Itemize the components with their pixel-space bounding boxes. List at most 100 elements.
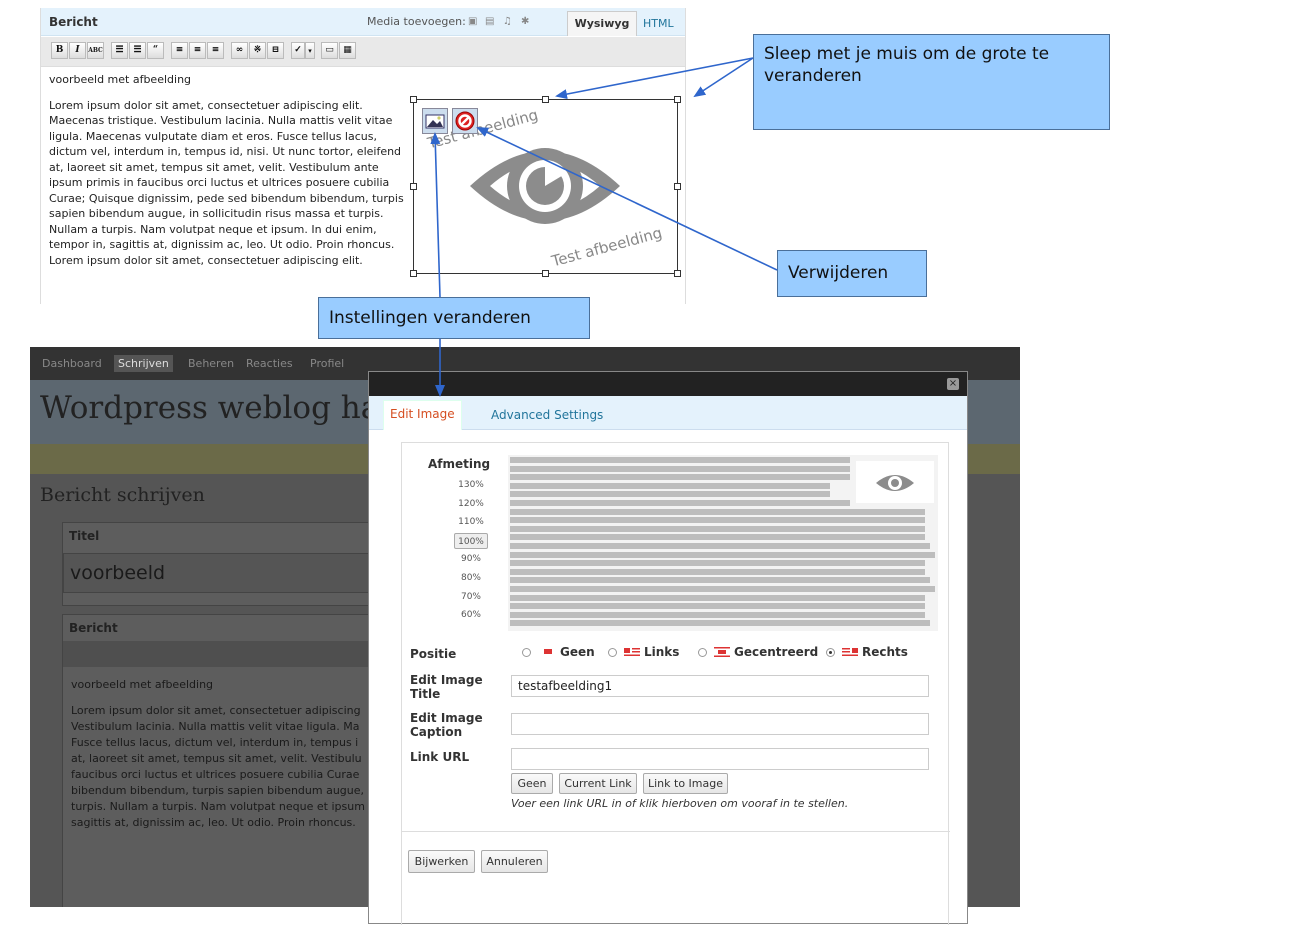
editor-body-dim[interactable]: voorbeeld met afbeelding Lorem ipsum dol… xyxy=(71,677,365,831)
content-heading: voorbeeld met afbeelding xyxy=(49,73,192,86)
delete-image-icon[interactable] xyxy=(452,108,478,134)
link-url-label: Link URL xyxy=(410,750,470,764)
callout-resize-text: Sleep met je muis om de grote te verande… xyxy=(764,44,1050,86)
resize-handle-nw[interactable] xyxy=(410,96,417,103)
add-audio-icon[interactable]: ♫ xyxy=(503,17,513,27)
arrow-to-handle-right xyxy=(693,57,754,98)
add-media-icon[interactable]: ✱ xyxy=(521,17,531,27)
edit-caption-input[interactable] xyxy=(511,713,929,735)
bold-icon[interactable]: B xyxy=(51,42,68,59)
image-edit-modal: × Edit Image Advanced Settings Afmeting … xyxy=(368,371,968,925)
size-option-100[interactable]: 100% xyxy=(454,532,488,549)
nav-beheren[interactable]: Beheren xyxy=(188,357,234,370)
modal-tabs: Edit Image Advanced Settings xyxy=(369,396,967,430)
size-option-130[interactable]: 130% xyxy=(454,477,488,493)
more-icon[interactable]: ⊟ xyxy=(267,42,284,59)
italic-icon[interactable]: I xyxy=(69,42,86,59)
align-none-icon xyxy=(540,647,556,657)
body-line: faucibus orci luctus et ultrices posuere… xyxy=(71,768,360,781)
size-option-90[interactable]: 90% xyxy=(454,551,488,567)
edit-title-input[interactable]: testafbeelding1 xyxy=(511,675,929,697)
callout-delete-text: Verwijderen xyxy=(788,263,889,283)
fullscreen-icon[interactable]: ▭ xyxy=(321,42,338,59)
cancel-button[interactable]: Annuleren xyxy=(481,850,548,873)
resize-handle-w[interactable] xyxy=(410,183,417,190)
current-link-button[interactable]: Current Link xyxy=(559,773,637,794)
divider xyxy=(402,831,950,832)
radio-rechts[interactable] xyxy=(826,648,835,657)
tab-advanced-settings[interactable]: Advanced Settings xyxy=(491,408,603,422)
radio-geen[interactable] xyxy=(522,648,531,657)
nav-dashboard[interactable]: Dashboard xyxy=(42,357,102,370)
modal-body: Afmeting 130% 120% 110% 100% 90% 80% 70% 60% Po… xyxy=(401,442,950,925)
resize-handle-e[interactable] xyxy=(674,183,681,190)
dropdown-icon[interactable]: ▾ xyxy=(305,42,315,59)
modal-titlebar: × xyxy=(369,372,967,396)
kitchen-sink-icon[interactable]: ▦ xyxy=(339,42,356,59)
spellcheck-icon[interactable]: ✓ xyxy=(291,42,305,59)
callout-settings-text: Instellingen veranderen xyxy=(329,308,531,328)
preview-text-line xyxy=(510,586,935,592)
preview-text-line xyxy=(510,457,850,463)
radio-gecentreerd[interactable] xyxy=(698,648,707,657)
blockquote-icon[interactable]: “ xyxy=(147,42,164,59)
body-line: Fusce tellus lacus, dictum vel, interdum… xyxy=(71,736,359,749)
link-hint: Voer een link URL in of klik hierboven o… xyxy=(511,797,849,810)
position-rechts-label: Rechts xyxy=(862,645,908,659)
tab-wysiwyg[interactable]: Wysiwyg xyxy=(567,11,637,36)
size-option-80[interactable]: 80% xyxy=(454,570,488,586)
blog-title: Wordpress weblog han xyxy=(40,390,400,426)
preview-thumbnail xyxy=(856,461,934,503)
body-paragraph: Lorem ipsum dolor sit amet, consectetuer… xyxy=(71,703,365,831)
align-left-icon[interactable]: ≡ xyxy=(171,42,188,59)
add-image-icon[interactable]: ▣ xyxy=(468,17,478,27)
add-video-icon[interactable]: ▤ xyxy=(485,17,495,27)
resize-handle-s[interactable] xyxy=(542,270,549,277)
numbered-list-icon[interactable]: ☰ xyxy=(129,42,146,59)
callout-resize: Sleep met je muis om de grote te verande… xyxy=(753,34,1110,130)
tab-edit-image[interactable]: Edit Image xyxy=(383,400,462,430)
edit-image-icon[interactable] xyxy=(422,108,448,134)
resize-handle-ne[interactable] xyxy=(674,96,681,103)
preview-text-line xyxy=(510,611,925,618)
editor-toolbar: B I ABC ☰ ☰ “ ≡ ≡ ≡ ∞ ※ ⊟ ✓ ▾ ▭ ▦ xyxy=(41,37,685,67)
link-url-input[interactable] xyxy=(511,748,929,770)
edit-title-value: testafbeelding1 xyxy=(518,679,613,693)
nav-profiel[interactable]: Profiel xyxy=(310,357,344,370)
resize-handle-n[interactable] xyxy=(542,96,549,103)
strikethrough-icon[interactable]: ABC xyxy=(87,42,104,59)
callout-delete: Verwijderen xyxy=(777,250,927,297)
align-right-icon[interactable]: ≡ xyxy=(207,42,224,59)
resize-handle-sw[interactable] xyxy=(410,270,417,277)
unlink-icon[interactable]: ※ xyxy=(249,42,266,59)
edit-title-label: Edit Image Title xyxy=(410,673,483,701)
preview-text-line xyxy=(510,543,930,549)
nav-schrijven[interactable]: Schrijven xyxy=(114,355,173,372)
size-option-70[interactable]: 70% xyxy=(454,589,488,605)
preview-text-line xyxy=(510,551,935,558)
size-option-120[interactable]: 120% xyxy=(454,496,488,512)
update-button[interactable]: Bijwerken xyxy=(408,850,475,873)
align-center-icon[interactable]: ≡ xyxy=(189,42,206,59)
preview-text-line xyxy=(510,560,925,567)
radio-links[interactable] xyxy=(608,648,617,657)
title-box: Titel voorbeeld xyxy=(62,522,383,606)
title-input-value: voorbeeld xyxy=(70,562,166,584)
title-input[interactable]: voorbeeld xyxy=(63,553,383,593)
link-icon[interactable]: ∞ xyxy=(231,42,248,59)
close-icon[interactable]: × xyxy=(947,378,959,390)
link-none-button[interactable]: Geen xyxy=(511,773,553,794)
position-label: Positie xyxy=(410,647,457,661)
nav-reacties[interactable]: Reacties xyxy=(246,357,293,370)
size-option-60[interactable]: 60% xyxy=(454,607,488,623)
bullet-list-icon[interactable]: ☰ xyxy=(111,42,128,59)
selected-image[interactable]: Test afbeelding Test afbeelding xyxy=(410,96,681,277)
layout-preview xyxy=(508,455,938,631)
media-label: Media toevoegen: xyxy=(367,15,466,28)
preview-text-line xyxy=(510,482,830,489)
size-option-110[interactable]: 110% xyxy=(454,514,488,530)
resize-handle-se[interactable] xyxy=(674,270,681,277)
link-to-image-button[interactable]: Link to Image xyxy=(643,773,728,794)
preview-text-line xyxy=(510,517,925,524)
tab-html[interactable]: HTML xyxy=(643,17,674,30)
